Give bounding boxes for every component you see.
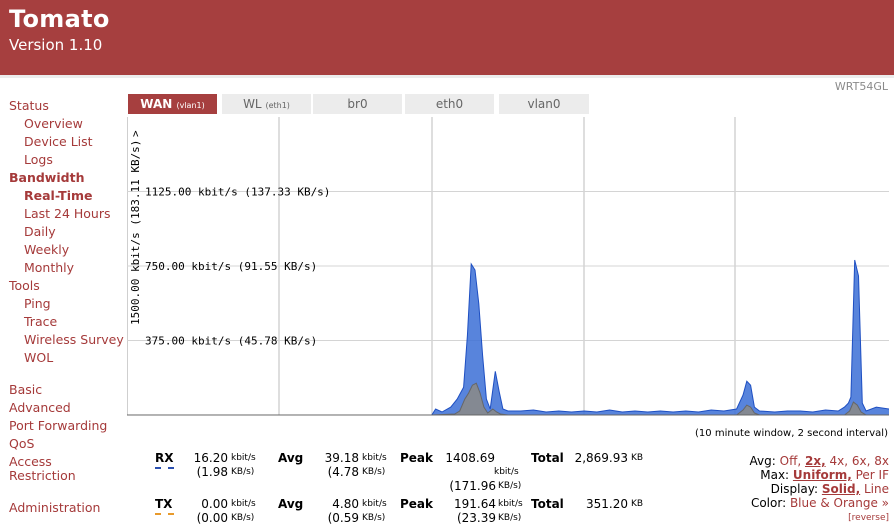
- sidebar-item-wol[interactable]: WOL: [24, 350, 53, 365]
- display-option-line[interactable]: Line: [864, 482, 889, 496]
- tab-label: WAN: [140, 97, 173, 111]
- interval-note: (10 minute window, 2 second interval): [695, 428, 888, 439]
- gridline-label-2: 750.00 kbit/s (91.55 KB/s): [145, 260, 317, 273]
- tab-label: WL: [243, 97, 262, 111]
- display-option-solid[interactable]: Solid,: [822, 482, 860, 496]
- sidebar-item-access[interactable]: Access: [9, 454, 52, 469]
- sidebar-item-real-time[interactable]: Real-Time: [24, 188, 93, 203]
- sidebar-item-bandwidth[interactable]: Bandwidth: [9, 170, 84, 185]
- rx-total-value: 2,869.93: [574, 451, 628, 465]
- sidebar-item-monthly[interactable]: Monthly: [24, 260, 74, 275]
- color-options-label: Color:: [750, 496, 787, 510]
- tx-avg-kb-unit: KB/s): [362, 513, 386, 523]
- rx-now-value: 16.20: [193, 451, 228, 465]
- sidebar-item-weekly[interactable]: Weekly: [24, 242, 69, 257]
- rx-peak-kb: (171.96: [449, 479, 496, 493]
- rx-avg-kb: (4.78: [327, 465, 359, 479]
- bandwidth-graph: 1125.00 kbit/s (137.33 KB/s) 750.00 kbit/…: [127, 117, 889, 420]
- tab-sublabel: (eth1): [265, 101, 290, 110]
- tx-avg-value: 4.80: [332, 497, 359, 511]
- sidebar-item-basic[interactable]: Basic: [9, 382, 42, 397]
- rx-avg-kb-unit: KB/s): [362, 467, 386, 477]
- tab-eth0[interactable]: eth0: [405, 94, 494, 114]
- tx-peak-value: 191.64: [454, 497, 496, 511]
- tx-now-kb: (0.00: [196, 511, 228, 525]
- rx-total-unit: KB: [631, 453, 644, 463]
- app-header: Tomato Version 1.10: [0, 0, 894, 75]
- avg-option-4x[interactable]: 4x,: [829, 454, 848, 468]
- avg-options-label: Avg:: [749, 454, 776, 468]
- sidebar-item-administration[interactable]: Administration: [9, 500, 100, 515]
- header-divider: [0, 75, 894, 78]
- sidebar-item-ping[interactable]: Ping: [24, 296, 51, 311]
- rx-now-kb: (1.98: [196, 465, 228, 479]
- max-option-perif[interactable]: Per IF: [856, 468, 889, 482]
- rx-peak-value: 1408.69: [445, 451, 495, 465]
- sidebar-item-advanced[interactable]: Advanced: [9, 400, 71, 415]
- sidebar-item-trace[interactable]: Trace: [24, 314, 57, 329]
- tab-vlan0[interactable]: vlan0: [499, 94, 589, 114]
- sidebar-item-restriction[interactable]: Restriction: [9, 468, 76, 483]
- color-options: Color: Blue & Orange »: [750, 496, 889, 510]
- tab-label: vlan0: [527, 97, 561, 111]
- tx-now-value: 0.00: [201, 497, 228, 511]
- tx-avg-unit: kbit/s: [362, 499, 387, 509]
- app-title: Tomato: [9, 5, 110, 33]
- rx-peak-unit: kbit/s: [494, 467, 519, 477]
- tab-sublabel: (vlan1): [176, 101, 205, 110]
- tab-br0[interactable]: br0: [313, 94, 402, 114]
- tab-label: eth0: [435, 97, 464, 111]
- gridline-label-1: 1125.00 kbit/s (137.33 KB/s): [145, 186, 330, 199]
- display-options-label: Display:: [770, 482, 819, 496]
- sidebar-item-overview[interactable]: Overview: [24, 116, 83, 131]
- reverse-link[interactable]: [reverse]: [848, 513, 889, 523]
- max-options-label: Max:: [760, 468, 790, 482]
- avg-option-8x[interactable]: 8x: [874, 454, 889, 468]
- sidebar-item-status[interactable]: Status: [9, 98, 49, 113]
- avg-option-off[interactable]: Off,: [780, 454, 802, 468]
- tx-avg-kb: (0.59: [327, 511, 359, 525]
- rx-now-kb-unit: KB/s): [231, 467, 255, 477]
- avg-option-6x[interactable]: 6x,: [852, 454, 871, 468]
- tx-peak-kb: (23.39: [456, 511, 496, 525]
- tx-peak-unit: kbit/s: [498, 499, 523, 509]
- tx-now-unit: kbit/s: [231, 499, 256, 509]
- avg-options: Avg: Off, 2x, 4x, 6x, 8x: [750, 454, 889, 468]
- sidebar-item-wireless-survey[interactable]: Wireless Survey: [24, 332, 124, 347]
- sidebar-item-last-24-hours[interactable]: Last 24 Hours: [24, 206, 111, 221]
- rx-peak-kb-unit: KB/s): [498, 481, 522, 491]
- avg-option-2x[interactable]: 2x,: [805, 454, 826, 468]
- max-option-uniform[interactable]: Uniform,: [793, 468, 852, 482]
- gridline-label-3: 375.00 kbit/s (45.78 KB/s): [145, 335, 317, 348]
- app-version: Version 1.10: [9, 36, 103, 54]
- color-scheme-link[interactable]: Blue & Orange »: [790, 496, 889, 510]
- sidebar-item-qos[interactable]: QoS: [9, 436, 34, 451]
- y-axis-arrow: >: [129, 130, 142, 137]
- tab-label: br0: [347, 97, 368, 111]
- y-axis-max-label: 1500.00 kbit/s (183.11 KB/s): [129, 140, 142, 325]
- router-model: WRT54GL: [834, 80, 888, 93]
- sidebar-item-tools[interactable]: Tools: [9, 278, 40, 293]
- sidebar-item-device-list[interactable]: Device List: [24, 134, 93, 149]
- tx-peak-kb-unit: KB/s): [498, 513, 522, 523]
- max-options: Max: Uniform, Per IF: [750, 468, 889, 482]
- tab-wl[interactable]: WL (eth1): [222, 94, 311, 114]
- rx-now-unit: kbit/s: [231, 453, 256, 463]
- display-options: Display: Solid, Line: [750, 482, 889, 496]
- tx-now-kb-unit: KB/s): [231, 513, 255, 523]
- rx-avg-unit: kbit/s: [362, 453, 387, 463]
- sidebar-item-port-forwarding[interactable]: Port Forwarding: [9, 418, 107, 433]
- sidebar-item-daily[interactable]: Daily: [24, 224, 56, 239]
- sidebar-item-logs[interactable]: Logs: [24, 152, 53, 167]
- graph-options: Avg: Off, 2x, 4x, 6x, 8x Max: Uniform, P…: [750, 454, 889, 523]
- tx-total-unit: KB: [631, 499, 644, 509]
- tab-wan[interactable]: WAN (vlan1): [128, 94, 217, 114]
- tx-total-value: 351.20: [586, 497, 628, 511]
- rx-avg-value: 39.18: [324, 451, 359, 465]
